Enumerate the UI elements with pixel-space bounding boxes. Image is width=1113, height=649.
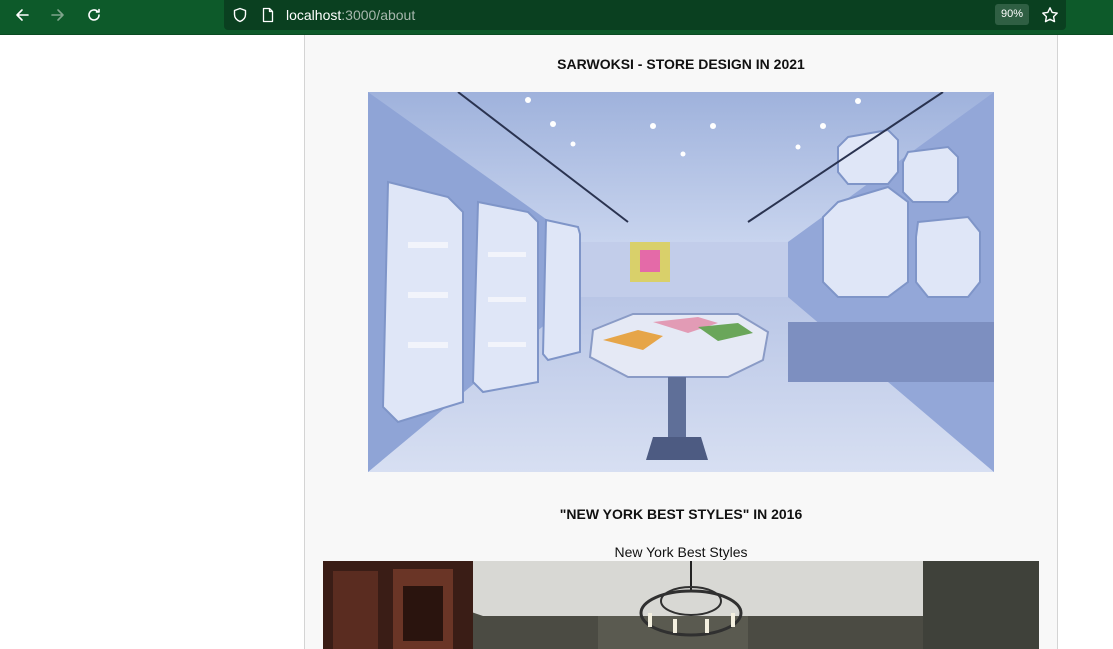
forward-arrow-icon [51, 9, 64, 21]
page-icon[interactable] [260, 7, 276, 23]
url-host: localhost [286, 7, 342, 23]
reload-icon [88, 8, 100, 21]
forward-button[interactable] [46, 4, 70, 26]
about-content: SARWOKSI - STORE DESIGN IN 2021 "NEW YOR… [304, 35, 1058, 649]
image-caption-new-york-best-styles: New York Best Styles [614, 544, 748, 560]
store-design-image [368, 92, 994, 472]
new-york-best-styles-image [323, 561, 1039, 649]
back-button[interactable] [10, 4, 34, 26]
store-interior-illustration [368, 92, 994, 472]
url-bar[interactable]: localhost:3000/about 90% [224, 0, 1066, 30]
reload-button[interactable] [82, 4, 106, 26]
url-path: :3000/about [341, 7, 416, 23]
star-icon[interactable] [1041, 6, 1059, 24]
dining-room-illustration [323, 561, 1039, 649]
shield-icon[interactable] [232, 7, 248, 23]
section-title-new-york-best-styles: "NEW YORK BEST STYLES" IN 2016 [559, 506, 803, 522]
zoom-level-badge[interactable]: 90% [995, 4, 1030, 25]
url-text[interactable]: localhost:3000/about [286, 7, 415, 23]
section-title-store-design: SARWOKSI - STORE DESIGN IN 2021 [557, 56, 805, 72]
back-arrow-icon [16, 9, 29, 21]
browser-toolbar: localhost:3000/about 90% [0, 0, 1113, 35]
